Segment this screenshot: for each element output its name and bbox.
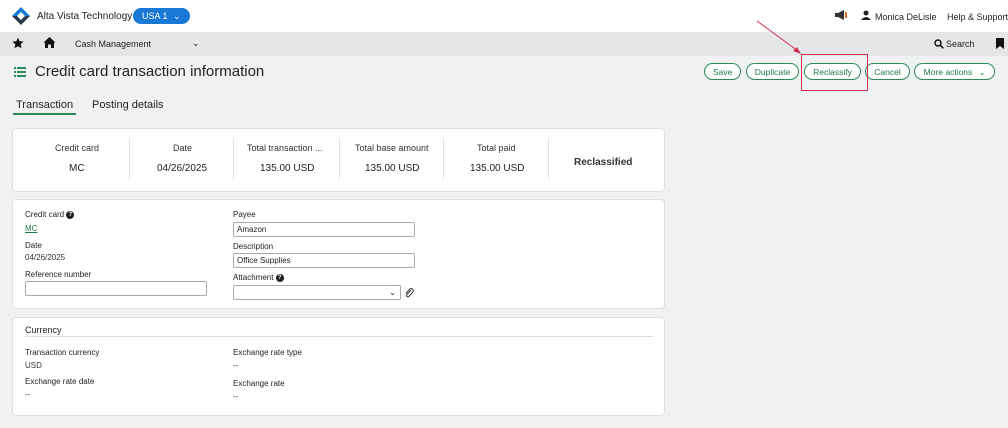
credit-card-link[interactable]: MC — [25, 224, 37, 233]
search-label: Search — [946, 39, 975, 49]
chevron-down-icon: ⌄ — [173, 11, 181, 21]
summary-total-base-value: 135.00 USD — [365, 163, 420, 174]
transaction-currency-label: Transaction currency — [25, 348, 100, 357]
summary-credit-card-value: MC — [69, 163, 85, 174]
more-actions-label: More actions — [923, 67, 973, 77]
megaphone-icon[interactable] — [834, 9, 848, 21]
star-icon[interactable] — [12, 37, 24, 49]
transaction-currency-value: USD — [25, 361, 42, 370]
company-logo-icon — [12, 7, 30, 25]
more-actions-button[interactable]: More actions ⌄ — [914, 63, 995, 80]
summary-divider — [548, 139, 549, 179]
attachment-select[interactable]: ⌄ — [233, 285, 401, 300]
attachment-label: Attachment ? — [233, 273, 284, 282]
description-input[interactable]: Office Supplies — [233, 253, 415, 268]
home-icon[interactable] — [43, 36, 56, 49]
entity-selector[interactable]: USA 1 ⌄ — [133, 8, 190, 24]
highlight-box — [801, 54, 868, 91]
list-icon[interactable] — [14, 67, 26, 77]
payee-label: Payee — [233, 210, 256, 219]
active-tab-indicator — [13, 113, 76, 115]
exchange-rate-value: -- — [233, 392, 239, 401]
summary-divider — [443, 139, 444, 179]
summary-total-transaction-value: 135.00 USD — [260, 163, 315, 174]
summary-total-paid-value: 135.00 USD — [470, 163, 525, 174]
summary-total-base-label: Total base amount — [355, 143, 429, 153]
tab-transaction[interactable]: Transaction — [16, 99, 73, 111]
summary-divider — [129, 139, 130, 179]
user-name[interactable]: Monica DeLisle — [875, 12, 937, 22]
help-icon[interactable]: ? — [275, 273, 284, 282]
summary-credit-card-label: Credit card — [55, 143, 100, 153]
tab-posting-details[interactable]: Posting details — [92, 99, 164, 111]
exchange-rate-label: Exchange rate — [233, 379, 285, 388]
date-label: Date — [25, 241, 42, 250]
payee-input[interactable]: Amazon — [233, 222, 415, 237]
summary-divider — [233, 139, 234, 179]
reference-number-input[interactable] — [25, 281, 207, 296]
status-badge: Reclassified — [574, 157, 633, 168]
chevron-down-icon[interactable]: ⌄ — [192, 38, 200, 49]
summary-date-value: 04/26/2025 — [157, 163, 208, 174]
currency-section-title: Currency — [25, 325, 62, 335]
help-icon[interactable]: ? — [66, 210, 75, 219]
search-icon — [934, 39, 944, 49]
module-selector[interactable]: Cash Management — [75, 39, 151, 49]
reference-number-label: Reference number — [25, 270, 92, 279]
top-bar: Alta Vista Technology USA 1 ⌄ Monica DeL… — [0, 0, 1008, 32]
company-name[interactable]: Alta Vista Technology — [37, 11, 132, 22]
exchange-rate-date-label: Exchange rate date — [25, 377, 95, 386]
credit-card-label-text: Credit card — [25, 210, 65, 219]
summary-total-transaction-label: Total transaction ... — [247, 143, 323, 153]
section-divider — [25, 336, 653, 337]
page-title: Credit card transaction information — [35, 63, 265, 80]
summary-divider — [339, 139, 340, 179]
nav-bar: Cash Management ⌄ Search — [0, 32, 1008, 56]
duplicate-button[interactable]: Duplicate — [746, 63, 799, 80]
credit-card-label: Credit card ? — [25, 210, 75, 219]
chevron-down-icon: ⌄ — [389, 288, 396, 297]
summary-total-paid-label: Total paid — [477, 143, 516, 153]
currency-card — [12, 317, 665, 416]
bookmark-icon[interactable] — [996, 38, 1004, 49]
entity-label: USA 1 — [142, 11, 168, 21]
description-label: Description — [233, 242, 274, 251]
exchange-rate-type-label: Exchange rate type — [233, 348, 302, 357]
attachment-label-text: Attachment — [233, 273, 274, 282]
save-button[interactable]: Save — [704, 63, 741, 80]
paperclip-icon[interactable] — [404, 287, 414, 298]
exchange-rate-date-value: -- — [25, 390, 31, 399]
help-support-link[interactable]: Help & Support — [947, 12, 1008, 22]
chevron-down-icon: ⌄ — [978, 68, 986, 77]
cancel-button[interactable]: Cancel — [865, 63, 910, 80]
summary-date-label: Date — [173, 143, 193, 153]
annotation-arrow-icon — [756, 20, 801, 54]
exchange-rate-type-value: -- — [233, 361, 239, 370]
date-value: 04/26/2025 — [25, 253, 66, 262]
user-icon[interactable] — [861, 10, 871, 20]
